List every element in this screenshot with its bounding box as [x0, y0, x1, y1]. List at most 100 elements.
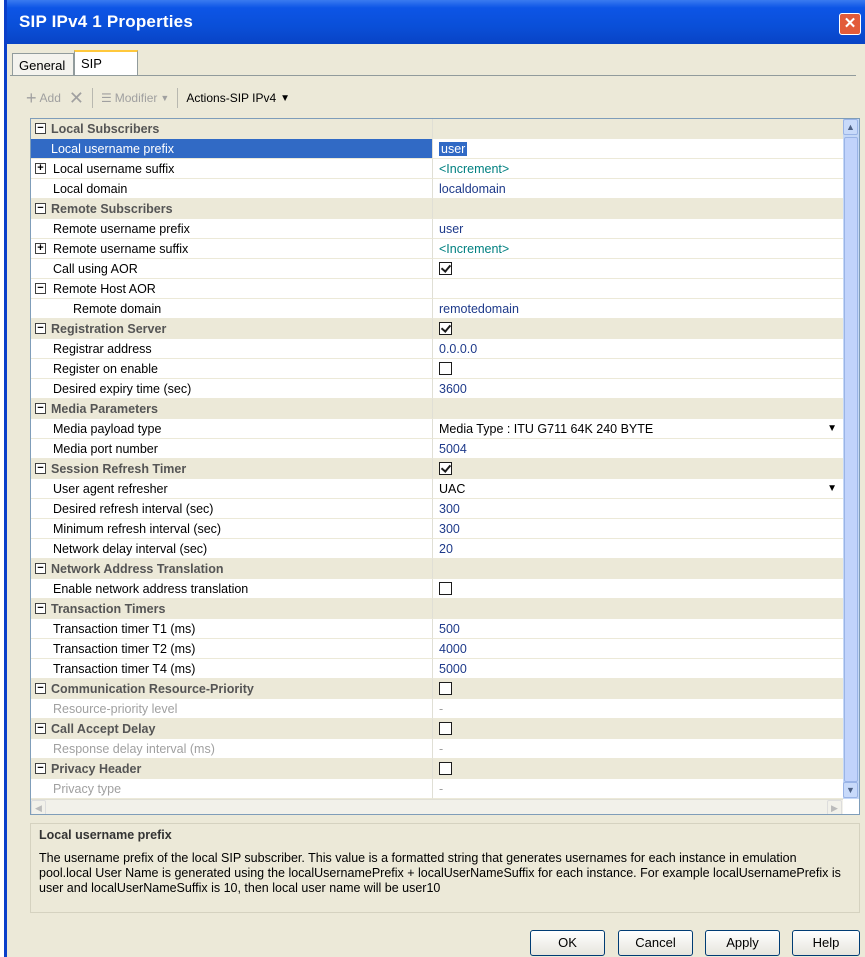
- property-name-cell[interactable]: + Remote username suffix: [31, 239, 433, 259]
- checkbox[interactable]: [439, 462, 452, 475]
- minus-box-icon[interactable]: −: [35, 203, 46, 214]
- ok-button[interactable]: OK: [530, 930, 605, 956]
- close-icon[interactable]: ✕: [839, 13, 861, 35]
- property-name-cell[interactable]: − Network Address Translation: [31, 559, 433, 579]
- property-value-cell[interactable]: 20: [433, 539, 843, 559]
- property-value-cell[interactable]: [433, 399, 843, 419]
- property-name-cell[interactable]: Desired refresh interval (sec): [31, 499, 433, 519]
- property-name-cell[interactable]: Local domain: [31, 179, 433, 199]
- property-value-cell[interactable]: 0.0.0.0: [433, 339, 843, 359]
- property-row[interactable]: + Local username suffix <Increment>: [31, 159, 843, 179]
- property-row[interactable]: Network delay interval (sec) 20: [31, 539, 843, 559]
- property-name-cell[interactable]: − Session Refresh Timer: [31, 459, 433, 479]
- add-button[interactable]: + Add: [22, 88, 65, 109]
- property-name-cell[interactable]: Local username prefix: [31, 139, 433, 159]
- property-name-cell[interactable]: Remote domain: [31, 299, 433, 319]
- plus-box-icon[interactable]: +: [35, 163, 46, 174]
- plus-box-icon[interactable]: +: [35, 243, 46, 254]
- property-name-cell[interactable]: − Media Parameters: [31, 399, 433, 419]
- property-value-cell[interactable]: UAC ▼: [433, 479, 843, 499]
- property-value-cell[interactable]: -: [433, 739, 843, 759]
- category-row[interactable]: − Network Address Translation: [31, 559, 843, 579]
- property-value-cell[interactable]: [433, 319, 843, 339]
- checkbox[interactable]: [439, 762, 452, 775]
- dropdown-arrow-icon[interactable]: ▼: [827, 419, 837, 438]
- property-row[interactable]: Transaction timer T4 (ms) 5000: [31, 659, 843, 679]
- property-value-cell[interactable]: [433, 759, 843, 779]
- property-row[interactable]: Resource-priority level -: [31, 699, 843, 719]
- property-value-cell[interactable]: [433, 559, 843, 579]
- property-name-cell[interactable]: Media payload type: [31, 419, 433, 439]
- checkbox[interactable]: [439, 682, 452, 695]
- property-value-cell[interactable]: -: [433, 699, 843, 719]
- property-name-cell[interactable]: + Local username suffix: [31, 159, 433, 179]
- property-value-cell[interactable]: -: [433, 779, 843, 799]
- checkbox[interactable]: [439, 722, 452, 735]
- minus-box-icon[interactable]: −: [35, 123, 46, 134]
- modifier-button[interactable]: ☰ Modifier ▼: [97, 91, 173, 105]
- minus-box-icon[interactable]: −: [35, 323, 46, 334]
- property-name-cell[interactable]: − Remote Host AOR: [31, 279, 433, 299]
- property-name-cell[interactable]: Transaction timer T1 (ms): [31, 619, 433, 639]
- property-row[interactable]: Local username prefix user: [31, 139, 843, 159]
- property-name-cell[interactable]: Desired expiry time (sec): [31, 379, 433, 399]
- property-name-cell[interactable]: Minimum refresh interval (sec): [31, 519, 433, 539]
- property-row[interactable]: Response delay interval (ms) -: [31, 739, 843, 759]
- property-value-cell[interactable]: localdomain: [433, 179, 843, 199]
- property-name-cell[interactable]: Enable network address translation: [31, 579, 433, 599]
- apply-button[interactable]: Apply: [705, 930, 780, 956]
- minus-box-icon[interactable]: −: [35, 463, 46, 474]
- property-value-cell[interactable]: [433, 119, 843, 139]
- minus-box-icon[interactable]: −: [35, 563, 46, 574]
- category-row[interactable]: − Communication Resource-Priority: [31, 679, 843, 699]
- property-row[interactable]: Local domain localdomain: [31, 179, 843, 199]
- property-value-cell[interactable]: 300: [433, 519, 843, 539]
- property-value-cell[interactable]: 3600: [433, 379, 843, 399]
- property-value-cell[interactable]: Media Type : ITU G711 64K 240 BYTE ▼: [433, 419, 843, 439]
- checkbox[interactable]: [439, 262, 452, 275]
- property-name-cell[interactable]: Remote username prefix: [31, 219, 433, 239]
- category-row[interactable]: − Remote Subscribers: [31, 199, 843, 219]
- property-row[interactable]: Transaction timer T2 (ms) 4000: [31, 639, 843, 659]
- minus-box-icon[interactable]: −: [35, 683, 46, 694]
- property-name-cell[interactable]: − Local Subscribers: [31, 119, 433, 139]
- checkbox[interactable]: [439, 322, 452, 335]
- property-name-cell[interactable]: − Transaction Timers: [31, 599, 433, 619]
- property-name-cell[interactable]: Transaction timer T2 (ms): [31, 639, 433, 659]
- property-name-cell[interactable]: Privacy type: [31, 779, 433, 799]
- checkbox[interactable]: [439, 362, 452, 375]
- category-row[interactable]: − Local Subscribers: [31, 119, 843, 139]
- property-name-cell[interactable]: Media port number: [31, 439, 433, 459]
- property-row[interactable]: Call using AOR: [31, 259, 843, 279]
- property-row[interactable]: User agent refresher UAC ▼: [31, 479, 843, 499]
- property-row[interactable]: Desired expiry time (sec) 3600: [31, 379, 843, 399]
- property-name-cell[interactable]: − Remote Subscribers: [31, 199, 433, 219]
- property-row[interactable]: Minimum refresh interval (sec) 300: [31, 519, 843, 539]
- property-row[interactable]: Privacy type -: [31, 779, 843, 799]
- scrollbar-thumb[interactable]: [844, 137, 858, 782]
- property-value-cell[interactable]: user: [433, 219, 843, 239]
- scroll-up-icon[interactable]: ▲: [843, 119, 858, 135]
- actions-dropdown[interactable]: Actions-SIP IPv4 ▼: [182, 91, 294, 105]
- property-value-cell[interactable]: [433, 719, 843, 739]
- category-row[interactable]: − Privacy Header: [31, 759, 843, 779]
- property-value-cell[interactable]: 5000: [433, 659, 843, 679]
- help-button[interactable]: Help: [792, 930, 860, 956]
- tab-general[interactable]: General: [12, 53, 74, 76]
- minus-box-icon[interactable]: −: [35, 603, 46, 614]
- property-value-cell[interactable]: 4000: [433, 639, 843, 659]
- property-value-cell[interactable]: 500: [433, 619, 843, 639]
- property-name-cell[interactable]: − Communication Resource-Priority: [31, 679, 433, 699]
- property-value-cell[interactable]: 5004: [433, 439, 843, 459]
- property-value-cell[interactable]: user: [433, 139, 843, 159]
- dropdown-arrow-icon[interactable]: ▼: [827, 479, 837, 498]
- property-value-cell[interactable]: [433, 599, 843, 619]
- property-name-cell[interactable]: Transaction timer T4 (ms): [31, 659, 433, 679]
- property-name-cell[interactable]: − Registration Server: [31, 319, 433, 339]
- property-row[interactable]: + Remote username suffix <Increment>: [31, 239, 843, 259]
- property-value-cell[interactable]: [433, 579, 843, 599]
- vertical-scrollbar[interactable]: ▲ ▼: [843, 119, 859, 799]
- title-bar[interactable]: SIP IPv4 1 Properties ✕: [7, 0, 865, 44]
- property-name-cell[interactable]: Resource-priority level: [31, 699, 433, 719]
- checkbox[interactable]: [439, 582, 452, 595]
